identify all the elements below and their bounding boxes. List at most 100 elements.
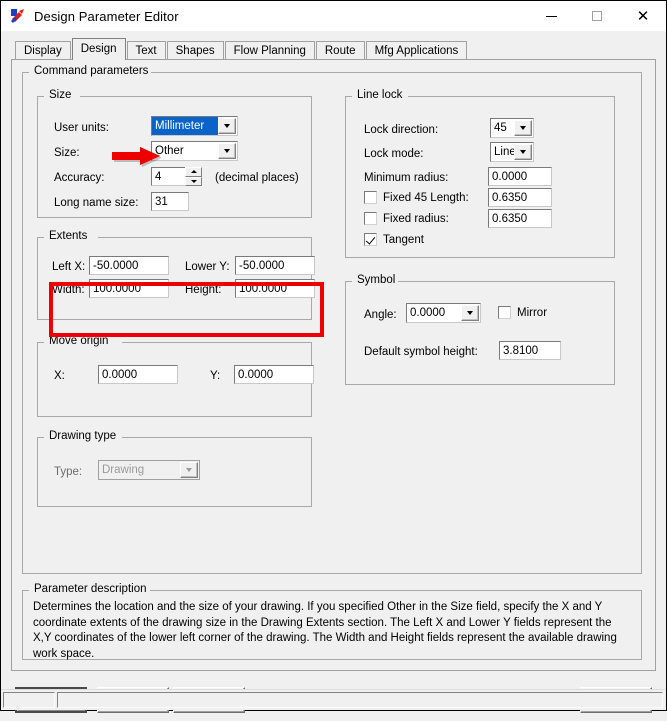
- lock-direction-label: Lock direction:: [364, 123, 438, 137]
- tangent-checkbox[interactable]: Tangent: [364, 233, 424, 246]
- tab-design[interactable]: Design: [72, 38, 126, 60]
- move-origin-y-input[interactable]: 0.0000: [234, 365, 314, 384]
- checkbox-icon[interactable]: [364, 212, 377, 225]
- width-input[interactable]: 100.0000: [89, 279, 169, 298]
- tab-strip: Display Design Text Shapes Flow Planning…: [15, 39, 468, 60]
- size-value: Other: [152, 142, 218, 160]
- app-icon: [9, 7, 27, 25]
- fixed-radius-input[interactable]: 0.6350: [488, 209, 552, 228]
- design-parameter-editor-window: Design Parameter Editor ✕ Display Design…: [0, 0, 667, 711]
- symbol-group: Symbol Angle: 0.0000 Mirror Default symb…: [345, 281, 615, 385]
- drawing-type-group: Drawing type Type: Drawing: [37, 437, 312, 507]
- checkbox-checked-icon[interactable]: [364, 233, 377, 246]
- line-lock-group: Line lock Lock direction: 45 Lock mode: …: [345, 96, 615, 258]
- checkbox-icon[interactable]: [364, 191, 377, 204]
- tab-text[interactable]: Text: [127, 41, 166, 60]
- fixed-45-length-input[interactable]: 0.6350: [488, 188, 552, 207]
- tab-shapes[interactable]: Shapes: [167, 41, 224, 60]
- chevron-down-icon[interactable]: [218, 143, 236, 159]
- status-pane-left: [3, 692, 55, 708]
- move-origin-y-label: Y:: [210, 369, 220, 383]
- fixed-radius-checkbox[interactable]: Fixed radius:: [364, 212, 449, 225]
- user-units-combo[interactable]: Millimeter: [151, 116, 238, 136]
- symbol-angle-label: Angle:: [364, 308, 397, 322]
- user-units-label: User units:: [54, 121, 109, 135]
- accuracy-value[interactable]: 4: [151, 167, 185, 186]
- mirror-label: Mirror: [517, 307, 547, 319]
- symbol-group-title: Symbol: [354, 274, 398, 286]
- status-pane-main: [57, 692, 663, 708]
- line-lock-group-title: Line lock: [354, 89, 405, 101]
- lower-y-input[interactable]: -50.0000: [235, 256, 315, 275]
- size-group: Size User units: Millimeter Size: Other …: [37, 96, 312, 218]
- parameter-description-title: Parameter description: [31, 583, 150, 595]
- accuracy-label: Accuracy:: [54, 171, 105, 185]
- chevron-down-icon[interactable]: [218, 118, 236, 134]
- chevron-down-icon: [180, 462, 198, 478]
- extents-group-title: Extents: [46, 230, 90, 242]
- drawing-type-value: Drawing: [99, 461, 180, 479]
- width-label: Width:: [52, 283, 85, 297]
- tab-route[interactable]: Route: [316, 41, 365, 60]
- height-label: Height:: [185, 283, 221, 297]
- command-parameters-title: Command parameters: [31, 65, 151, 77]
- status-bar: [1, 689, 666, 710]
- size-combo[interactable]: Other: [151, 141, 238, 161]
- window-title: Design Parameter Editor: [34, 9, 179, 24]
- design-tab-panel: Command parameters Size User units: Mill…: [11, 59, 656, 671]
- extents-group: Extents Left X: -50.0000 Lower Y: -50.00…: [37, 237, 312, 320]
- parameter-description-text: Determines the location and the size of …: [33, 600, 633, 662]
- default-symbol-height-label: Default symbol height:: [364, 345, 478, 359]
- symbol-angle-value: 0.0000: [407, 304, 461, 322]
- drawing-type-label: Type:: [54, 465, 82, 479]
- parameter-description-group: Parameter description Determines the loc…: [22, 590, 642, 660]
- tab-flow-planning[interactable]: Flow Planning: [225, 41, 315, 60]
- checkbox-icon[interactable]: [498, 306, 511, 319]
- chevron-down-icon[interactable]: [461, 305, 479, 321]
- lock-direction-value: 45: [491, 119, 514, 137]
- long-name-size-label: Long name size:: [54, 196, 138, 210]
- minimum-radius-input[interactable]: 0.0000: [488, 167, 552, 186]
- move-origin-x-label: X:: [54, 369, 65, 383]
- lock-direction-combo[interactable]: 45: [490, 118, 534, 138]
- fixed-radius-label: Fixed radius:: [383, 213, 449, 225]
- size-group-title: Size: [46, 89, 74, 101]
- symbol-angle-combo[interactable]: 0.0000: [406, 303, 481, 323]
- mirror-checkbox[interactable]: Mirror: [498, 306, 547, 319]
- long-name-size-input[interactable]: 31: [151, 192, 189, 211]
- minimize-icon[interactable]: [528, 1, 574, 31]
- drawing-type-group-title: Drawing type: [46, 430, 119, 442]
- window-controls: ✕: [528, 1, 666, 31]
- minimum-radius-label: Minimum radius:: [364, 171, 448, 185]
- chevron-down-icon[interactable]: [514, 144, 532, 160]
- move-origin-group-title: Move origin: [46, 335, 111, 347]
- command-parameters-group: Command parameters Size User units: Mill…: [22, 72, 642, 574]
- default-symbol-height-input[interactable]: 3.8100: [499, 341, 561, 360]
- fixed-45-length-checkbox[interactable]: Fixed 45 Length:: [364, 191, 469, 204]
- size-label: Size:: [54, 146, 80, 160]
- accuracy-stepper[interactable]: 4: [151, 167, 202, 186]
- title-bar: Design Parameter Editor ✕: [1, 1, 666, 31]
- tangent-label: Tangent: [383, 234, 424, 246]
- maximize-icon[interactable]: [574, 1, 620, 31]
- left-x-label: Left X:: [52, 260, 85, 274]
- drawing-type-combo: Drawing: [98, 460, 200, 480]
- tab-mfg-applications[interactable]: Mfg Applications: [366, 41, 468, 60]
- user-units-value: Millimeter: [152, 117, 218, 135]
- fixed-45-length-label: Fixed 45 Length:: [383, 192, 469, 204]
- lock-mode-label: Lock mode:: [364, 147, 423, 161]
- tab-display[interactable]: Display: [15, 41, 71, 60]
- move-origin-x-input[interactable]: 0.0000: [98, 365, 178, 384]
- accuracy-decrement-icon[interactable]: [185, 177, 202, 187]
- left-x-input[interactable]: -50.0000: [89, 256, 169, 275]
- lower-y-label: Lower Y:: [185, 260, 230, 274]
- close-icon[interactable]: ✕: [620, 1, 666, 31]
- accuracy-increment-icon[interactable]: [185, 167, 202, 177]
- chevron-down-icon[interactable]: [514, 120, 532, 136]
- height-input[interactable]: 100.0000: [235, 279, 315, 298]
- lock-mode-value: Line: [491, 143, 514, 161]
- client-area: Display Design Text Shapes Flow Planning…: [1, 31, 666, 710]
- accuracy-suffix-label: (decimal places): [215, 171, 299, 185]
- move-origin-group: Move origin X: 0.0000 Y: 0.0000: [37, 342, 312, 417]
- lock-mode-combo[interactable]: Line: [490, 142, 534, 162]
